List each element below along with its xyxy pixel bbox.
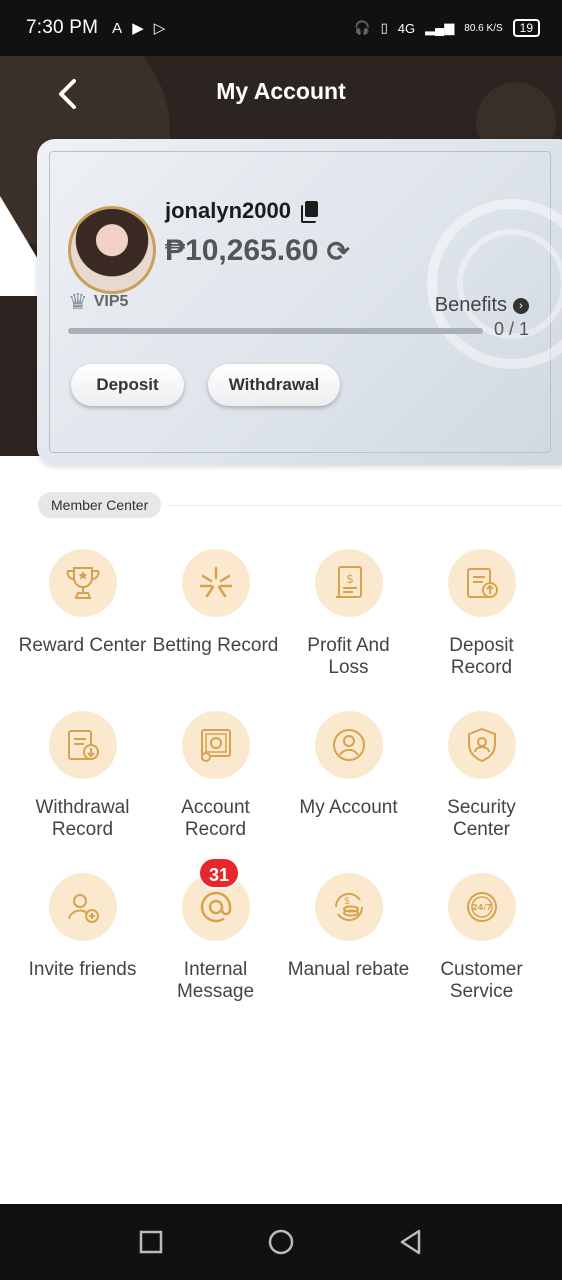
member-center-grid: Reward Center Betting Record $ Profit An… <box>16 540 548 1026</box>
user-icon <box>314 711 383 779</box>
customer-service-tile[interactable]: 24/7 Customer Service <box>415 864 548 1026</box>
withdrawal-record-icon <box>48 711 117 779</box>
square-icon <box>139 1230 163 1254</box>
tile-label: Profit And Loss <box>307 635 390 678</box>
withdrawal-button[interactable]: Withdrawal <box>208 364 340 406</box>
headphones-icon: 🎧 <box>354 20 371 35</box>
tile-label: Security Center <box>447 797 516 840</box>
tile-label: My Account <box>299 797 398 818</box>
status-right: 🎧 ▯ 4G ▂▄▆ 80.6 K/S 19 <box>354 19 540 37</box>
deposit-record-icon <box>447 549 516 617</box>
profit-and-loss-tile[interactable]: $ Profit And Loss <box>282 540 415 702</box>
rebate-icon: $ <box>314 873 383 941</box>
betting-record-tile[interactable]: Betting Record <box>149 540 282 702</box>
network-label: 4G <box>397 20 416 36</box>
tile-label: Invite friends <box>28 959 137 980</box>
refresh-icon[interactable]: ⟳ <box>326 235 349 268</box>
signal-icon: ▂▄▆ <box>425 20 455 35</box>
tile-label: Customer Service <box>440 959 523 1002</box>
vip-level: ♛ VIP5 <box>68 289 128 315</box>
shield-icon <box>447 711 516 779</box>
tile-label: Deposit Record <box>449 635 514 678</box>
my-account-tile[interactable]: My Account <box>282 702 415 864</box>
system-back-button[interactable] <box>396 1227 426 1257</box>
home-button[interactable] <box>266 1227 296 1257</box>
tile-label: Account Record <box>181 797 250 840</box>
youtube-notification-icon: ▶ <box>132 20 144 37</box>
invite-icon <box>48 873 117 941</box>
svg-text:24/7: 24/7 <box>472 903 492 912</box>
tile-label: Betting Record <box>152 635 279 656</box>
vibrate-icon: ▯ <box>380 20 388 35</box>
svg-text:$: $ <box>343 896 349 907</box>
withdrawal-record-tile[interactable]: Withdrawal Record <box>16 702 149 864</box>
profit-loss-icon: $ <box>314 549 383 617</box>
vip-label: VIP5 <box>93 293 129 310</box>
status-app-icons: A ▶ ▷ <box>112 19 166 38</box>
recent-apps-button[interactable] <box>136 1227 166 1257</box>
security-center-tile[interactable]: Security Center <box>415 702 548 864</box>
circle-icon <box>268 1229 294 1255</box>
divider <box>168 505 562 506</box>
balance: ₱10,265.60 ⟳ <box>165 234 350 268</box>
username-text: jonalyn2000 <box>165 198 291 223</box>
vip-progress-bar <box>68 328 483 334</box>
reward-center-tile[interactable]: Reward Center <box>16 540 149 702</box>
avatar[interactable] <box>68 206 156 294</box>
trophy-icon <box>48 549 117 617</box>
account-record-icon <box>181 711 250 779</box>
benefits-link[interactable]: Benefits › <box>435 294 529 317</box>
crown-icon: ♛ <box>68 289 88 314</box>
svg-text:$: $ <box>346 572 354 586</box>
page-title: My Account <box>216 78 346 104</box>
battery-icon: 19 <box>512 19 540 37</box>
system-nav-bar <box>0 1204 562 1280</box>
copy-icon[interactable] <box>300 201 319 223</box>
member-center-label: Member Center <box>38 492 162 518</box>
account-record-tile[interactable]: Account Record <box>149 702 282 864</box>
status-bar: 7:30 PM A ▶ ▷ 🎧 ▯ 4G ▂▄▆ 80.6 K/S 19 <box>0 0 562 56</box>
username: jonalyn2000 <box>165 198 319 224</box>
support-24-7-icon: 24/7 <box>447 873 516 941</box>
chevron-right-icon: › <box>513 297 529 314</box>
tile-label: Withdrawal Record <box>35 797 130 840</box>
play-store-notification-icon: ▷ <box>153 20 166 37</box>
app-notification-icon: A <box>112 19 123 37</box>
tile-label: Reward Center <box>18 635 147 656</box>
speed-label: 80.6 K/S <box>464 22 503 34</box>
tile-label: Manual rebate <box>287 959 410 980</box>
account-card: jonalyn2000 ₱10,265.60 ⟳ ♛ VIP5 Benefits… <box>37 139 562 465</box>
vip-progress-text: 0 / 1 <box>493 319 529 339</box>
benefits-label: Benefits <box>434 294 507 316</box>
deposit-button[interactable]: Deposit <box>71 364 184 406</box>
message-count-badge: 31 <box>198 857 240 889</box>
balance-value: ₱10,265.60 <box>165 234 319 267</box>
betting-icon <box>181 549 250 617</box>
triangle-back-icon <box>400 1229 421 1255</box>
deposit-record-tile[interactable]: Deposit Record <box>415 540 548 702</box>
status-time: 7:30 PM <box>26 17 99 38</box>
manual-rebate-tile[interactable]: $ Manual rebate <box>282 864 415 1026</box>
invite-friends-tile[interactable]: Invite friends <box>16 864 149 1026</box>
tile-label: Internal Message <box>176 959 255 1002</box>
